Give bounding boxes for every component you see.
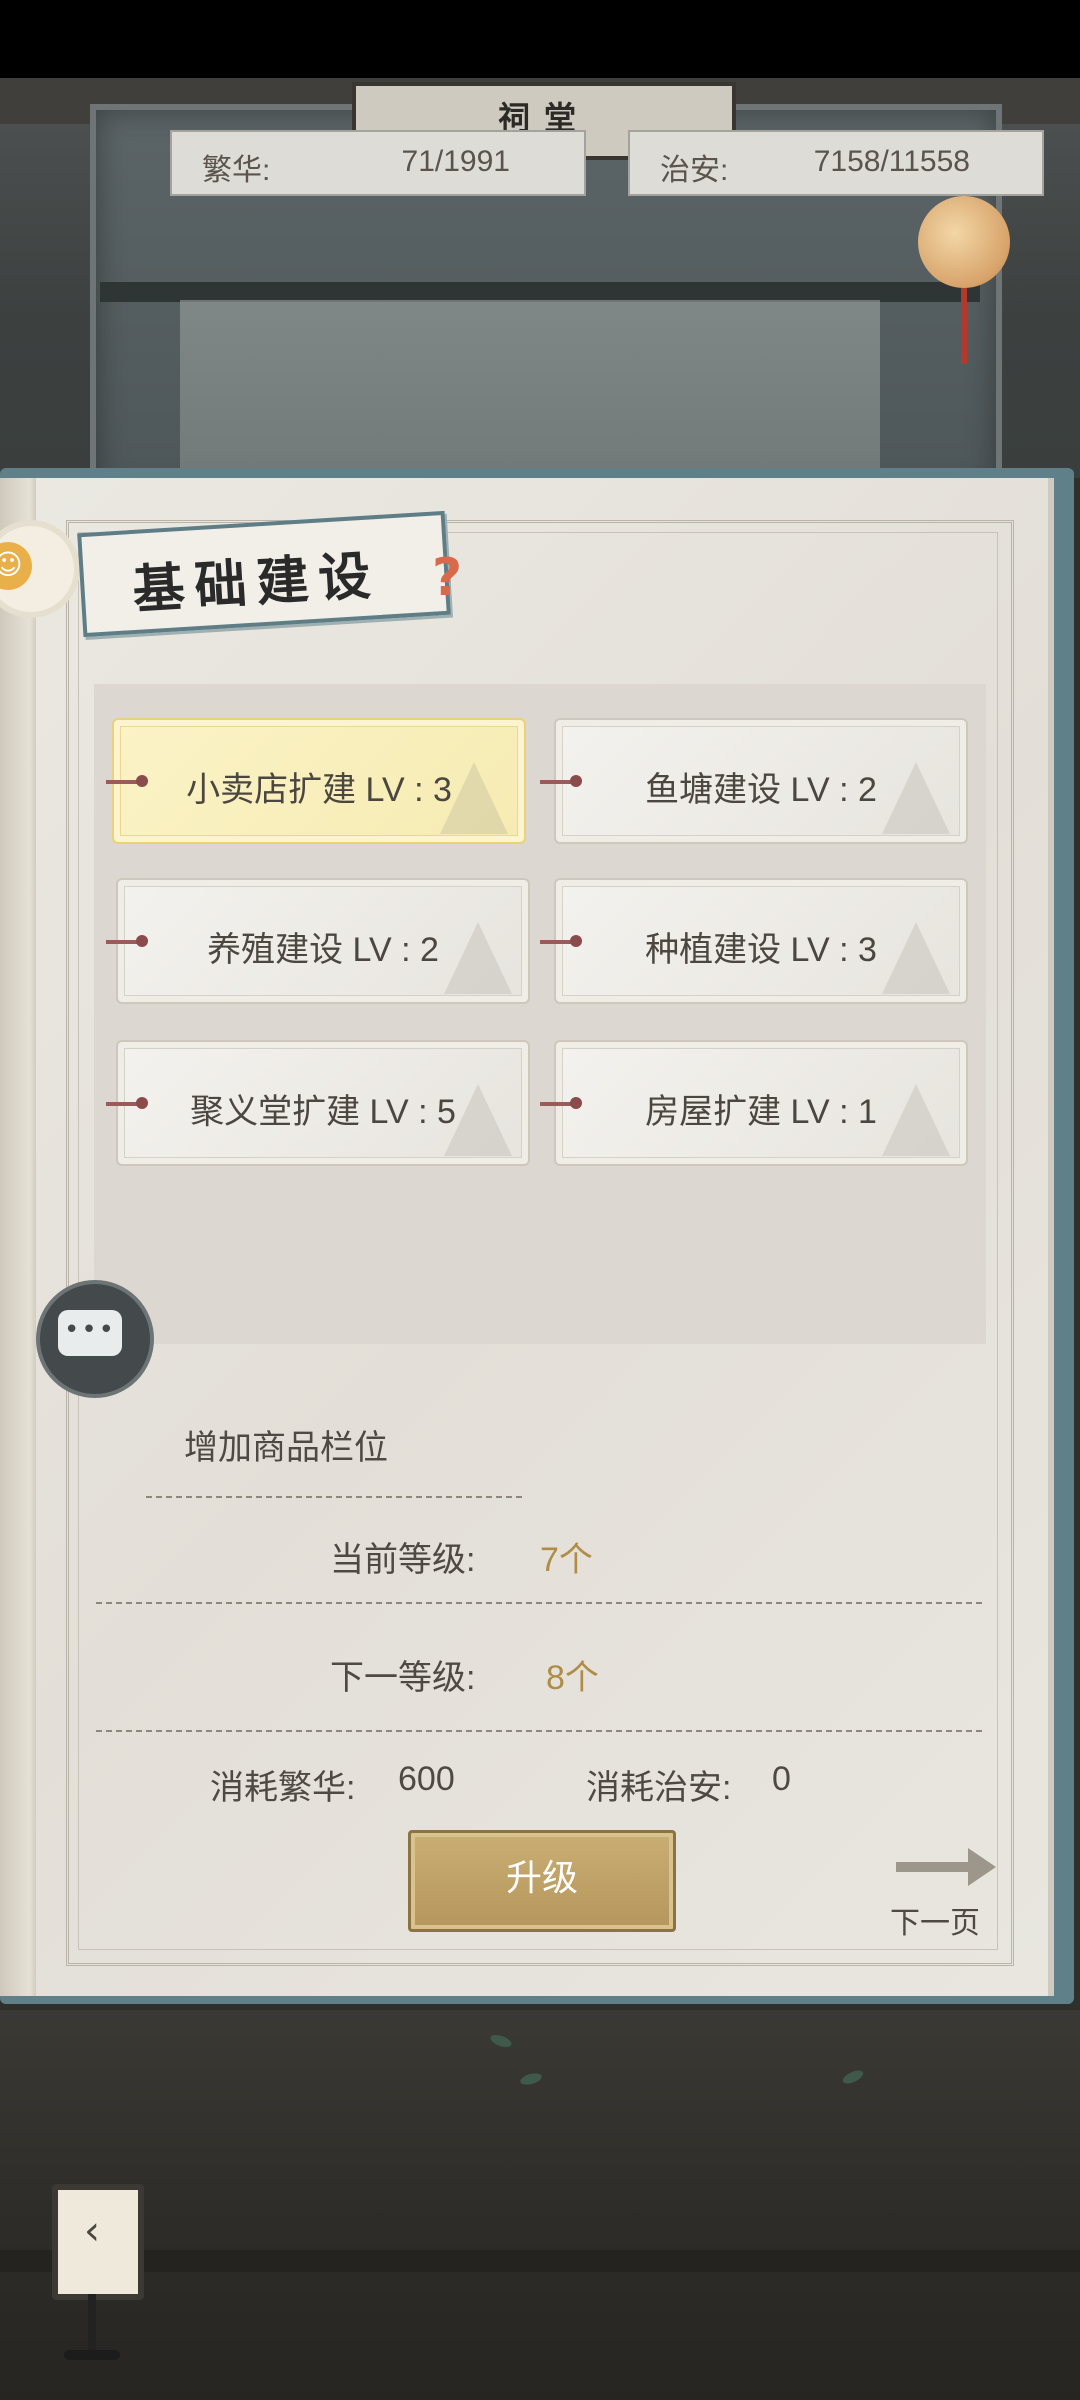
shrine-beam	[100, 282, 980, 302]
chat-button[interactable]: •••	[36, 1280, 154, 1398]
back-lantern-button[interactable]: ‹	[52, 2184, 144, 2300]
lamp-pole	[88, 2294, 96, 2354]
security-label: 治安:	[660, 154, 729, 187]
pin-icon	[106, 775, 148, 787]
status-bar	[0, 0, 1080, 78]
building-label: 种植建设 LV : 3	[645, 931, 877, 969]
cost-prosperity-value: 600	[398, 1760, 455, 1798]
chevron-left-icon: ‹	[84, 2208, 100, 2254]
floor-background	[0, 2010, 1080, 2400]
panel-title: 基础建设	[130, 544, 383, 621]
security-value: 7158/11558	[813, 145, 970, 178]
next-level-value: 8个	[546, 1659, 599, 1697]
lantern-tassel	[961, 288, 967, 364]
pin-icon	[106, 935, 148, 947]
effect-description: 增加商品栏位	[184, 1429, 388, 1467]
next-page-label[interactable]: 下一页	[890, 1898, 980, 1942]
pin-icon	[540, 775, 582, 787]
cost-security-label: 消耗治安:	[586, 1769, 732, 1807]
next-level-label: 下一等级:	[330, 1659, 476, 1697]
building-label: 养殖建设 LV : 2	[207, 931, 439, 969]
building-card-planting[interactable]: 种植建设 LV : 3	[554, 878, 968, 1004]
lamp-base	[64, 2350, 120, 2360]
building-label: 小卖店扩建 LV : 3	[186, 771, 452, 809]
pin-icon	[540, 1097, 582, 1109]
current-level-label: 当前等级:	[330, 1541, 476, 1579]
building-card-fishpond[interactable]: 鱼塘建设 LV : 2	[554, 718, 968, 844]
upgrade-button[interactable]: 升级	[408, 1830, 676, 1932]
security-stat: 治安: 7158/11558	[628, 130, 1044, 196]
building-card-hall[interactable]: 聚义堂扩建 LV : 5	[116, 1040, 530, 1166]
building-card-breeding[interactable]: 养殖建设 LV : 2	[116, 878, 530, 1004]
building-label: 鱼塘建设 LV : 2	[645, 771, 877, 809]
pin-icon	[540, 935, 582, 947]
building-card-shop[interactable]: 小卖店扩建 LV : 3	[112, 718, 526, 844]
building-label: 房屋扩建 LV : 1	[645, 1093, 877, 1131]
building-card-housing[interactable]: 房屋扩建 LV : 1	[554, 1040, 968, 1166]
hook-icon: ?	[432, 548, 463, 608]
pin-icon	[106, 1097, 148, 1109]
prosperity-stat: 繁华: 71/1991	[170, 130, 586, 196]
building-label: 聚义堂扩建 LV : 5	[190, 1093, 456, 1131]
next-page-arrow-icon[interactable]	[896, 1848, 996, 1886]
divider	[96, 1730, 986, 1732]
floor-line	[0, 2250, 1080, 2272]
prosperity-label: 繁华:	[202, 154, 271, 187]
divider	[146, 1496, 526, 1498]
prosperity-value: 71/1991	[401, 145, 510, 178]
lantern-icon	[918, 196, 1010, 288]
divider	[96, 1602, 986, 1604]
current-level-value: 7个	[540, 1541, 593, 1579]
cost-prosperity-label: 消耗繁华:	[210, 1769, 356, 1807]
cost-security-value: 0	[772, 1760, 791, 1798]
shrine-scroll	[180, 300, 880, 480]
chat-bubble-icon: •••	[58, 1310, 122, 1356]
